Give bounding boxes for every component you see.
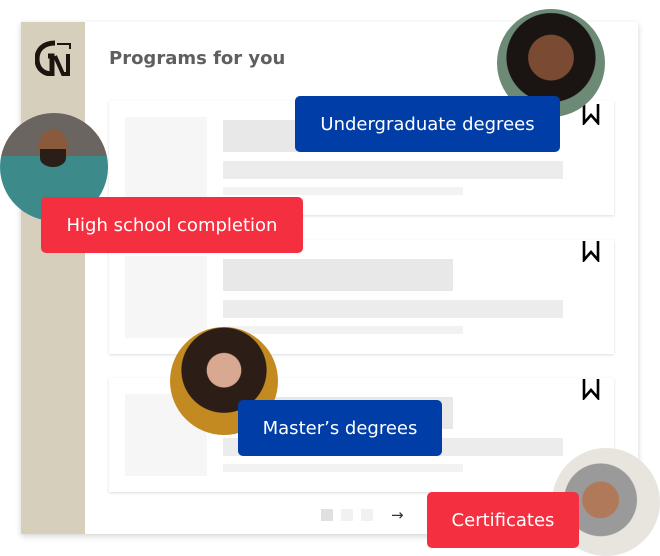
page-dot[interactable] [341, 509, 353, 521]
card-text-placeholder [223, 300, 563, 318]
page-dot[interactable] [361, 509, 373, 521]
program-card[interactable] [109, 240, 614, 354]
card-subtext-placeholder [223, 464, 463, 472]
page-dot[interactable] [321, 509, 333, 521]
pagination: → [321, 506, 404, 524]
card-title-placeholder [223, 259, 453, 291]
card-subtext-placeholder [223, 187, 463, 195]
page-title: Programs for you [109, 48, 286, 69]
tag-certificates[interactable]: Certificates [427, 492, 579, 548]
bookmark-icon[interactable] [582, 103, 600, 125]
logo-icon[interactable] [35, 40, 73, 76]
bookmark-icon[interactable] [582, 378, 600, 400]
card-thumbnail [125, 117, 207, 199]
card-subtext-placeholder [223, 326, 463, 334]
tag-masters-degrees[interactable]: Master’s degrees [238, 400, 442, 456]
next-arrow-icon[interactable]: → [391, 506, 404, 524]
card-text-placeholder [223, 161, 563, 179]
card-thumbnail [125, 256, 207, 338]
sidebar [21, 22, 85, 534]
tag-high-school-completion[interactable]: High school completion [41, 197, 303, 253]
bookmark-icon[interactable] [582, 240, 600, 262]
tag-undergraduate-degrees[interactable]: Undergraduate degrees [295, 96, 560, 152]
